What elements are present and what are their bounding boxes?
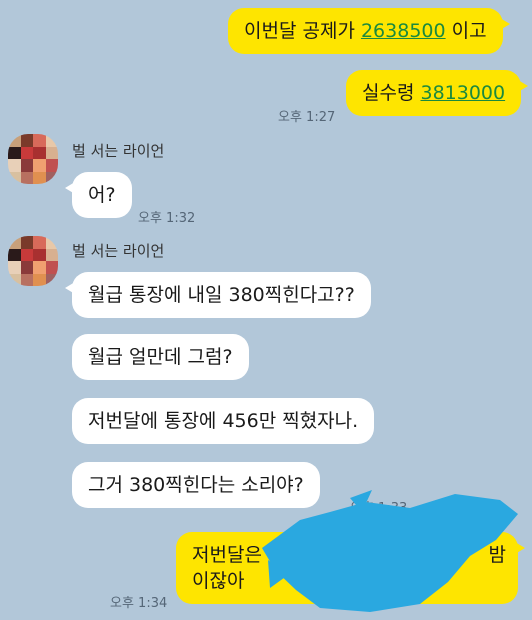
chat-window: 이번달 공제가 2638500 이고 실수령 3813000 오후 1:27 벌… bbox=[0, 0, 532, 620]
censor-scribble bbox=[262, 490, 518, 612]
